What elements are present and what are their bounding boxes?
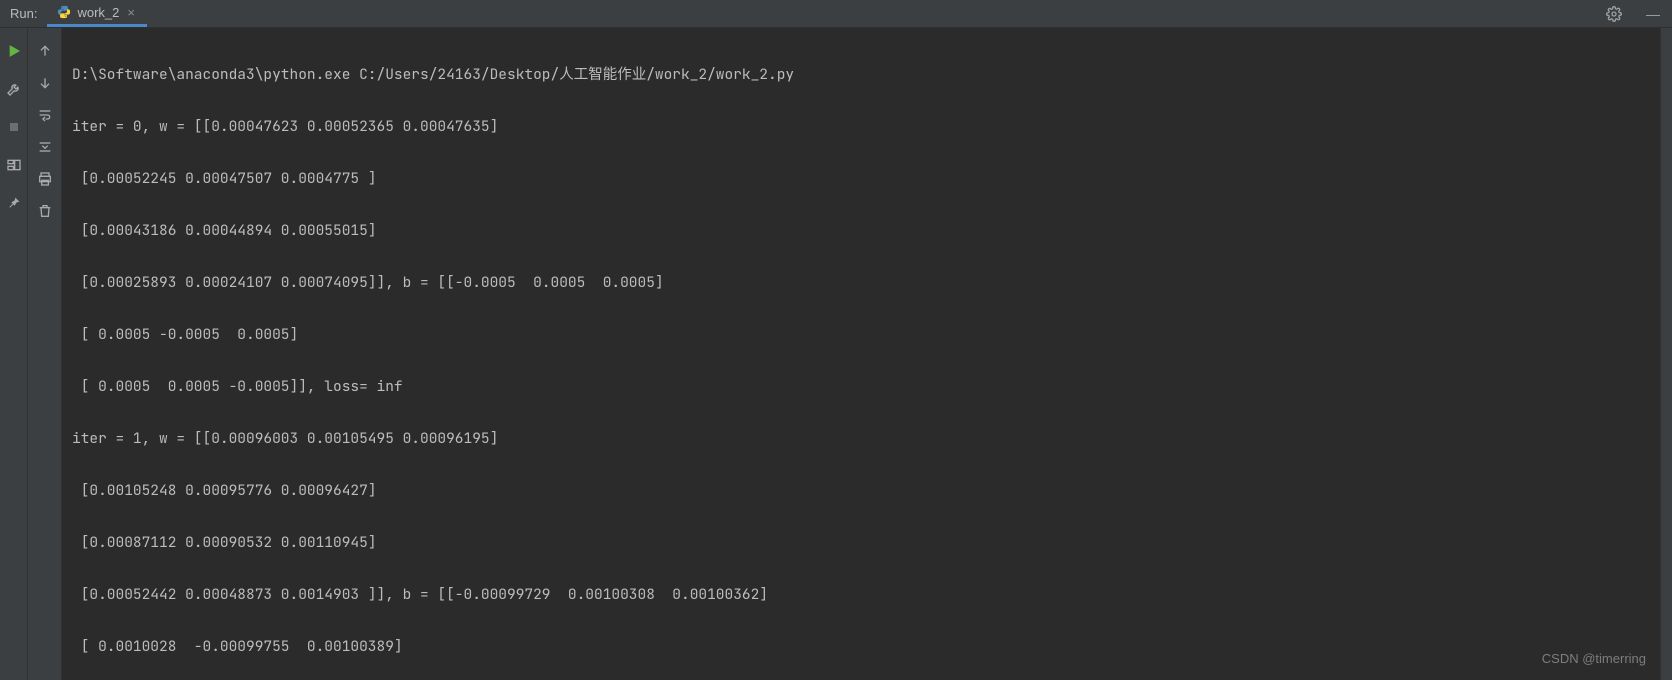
run-panel-label: Run: [0,0,47,27]
console-line: [ 0.0010028 -0.00099755 0.00100389] [72,634,1650,660]
console-line: [0.00052442 0.00048873 0.0014903 ]], b =… [72,582,1650,608]
down-arrow-button[interactable] [36,74,54,92]
run-actions-secondary [28,28,62,680]
console-line: D:\Software\anaconda3\python.exe C:/User… [72,62,1650,88]
topbar-spacer [147,0,1594,27]
console-line: [ 0.0005 0.0005 -0.0005]], loss= inf [72,374,1650,400]
rerun-button[interactable] [5,42,23,60]
watermark: CSDN @timerring [1542,646,1646,672]
tab-label: work_2 [77,5,119,20]
print-button[interactable] [36,170,54,188]
run-config-tab[interactable]: work_2 × [47,0,147,27]
console-line: [0.00025893 0.00024107 0.00074095]], b =… [72,270,1650,296]
settings-button[interactable] [1594,0,1634,27]
console-line: iter = 0, w = [[0.00047623 0.00052365 0.… [72,114,1650,140]
run-actions-primary [0,28,28,680]
console-line: iter = 1, w = [[0.00096003 0.00105495 0.… [72,426,1650,452]
vertical-scrollbar[interactable] [1660,28,1672,680]
console-line: [0.00052245 0.00047507 0.0004775 ] [72,166,1650,192]
top-bar: Run: work_2 × — [0,0,1672,28]
console-line: [0.00087112 0.00090532 0.00110945] [72,530,1650,556]
close-icon[interactable]: × [125,5,137,20]
hide-button[interactable]: — [1634,0,1672,27]
scroll-to-end-button[interactable] [36,138,54,156]
trash-button[interactable] [36,202,54,220]
console-line: [ 0.0005 -0.0005 0.0005] [72,322,1650,348]
pin-button[interactable] [5,194,23,212]
wrench-button[interactable] [5,80,23,98]
console-line: [0.00043186 0.00044894 0.00055015] [72,218,1650,244]
console-line: [0.00105248 0.00095776 0.00096427] [72,478,1650,504]
console-output[interactable]: D:\Software\anaconda3\python.exe C:/User… [62,28,1660,680]
body-row: D:\Software\anaconda3\python.exe C:/User… [0,28,1672,680]
soft-wrap-button[interactable] [36,106,54,124]
python-icon [57,5,71,19]
up-arrow-button[interactable] [36,42,54,60]
layout-button[interactable] [5,156,23,174]
stop-button[interactable] [5,118,23,136]
